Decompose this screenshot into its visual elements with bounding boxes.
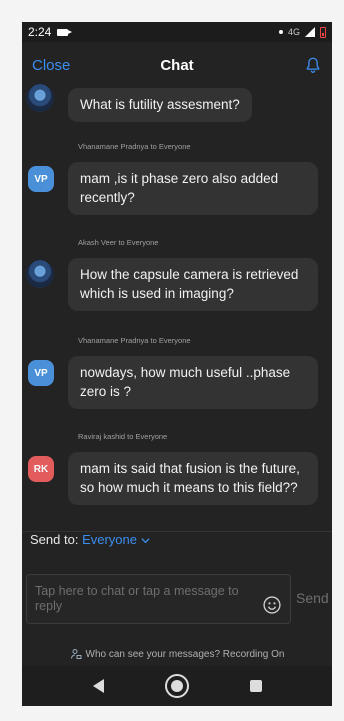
message-list[interactable]: What is futility assesment? Vhanamane Pr… [22, 84, 332, 524]
send-button[interactable]: Send [296, 590, 329, 606]
message-bubble[interactable]: mam ,is it phase zero also added recentl… [68, 162, 318, 215]
close-button[interactable]: Close [32, 57, 70, 74]
notification-dot-icon [278, 30, 283, 34]
signal-icon [305, 27, 315, 37]
person-lock-icon [70, 649, 81, 659]
message-bubble[interactable]: nowdays, how much useful ..phase zero is… [68, 356, 318, 409]
message-sender: Raviraj kashid to Everyone [78, 432, 168, 441]
chat-input[interactable]: Tap here to chat or tap a message to rep… [26, 574, 291, 624]
smiley-icon[interactable] [262, 595, 282, 615]
avatar: VP [28, 166, 54, 192]
message-bubble[interactable]: What is futility assesment? [68, 88, 252, 122]
avatar [26, 260, 54, 288]
camera-icon [57, 28, 73, 36]
network-type: 4G [287, 27, 300, 37]
system-nav-bar [22, 666, 332, 706]
message-sender: Vhanamane Pradnya to Everyone [78, 336, 191, 345]
send-to-selector[interactable]: Send to: Everyone [30, 532, 150, 547]
battery-icon [320, 26, 326, 38]
avatar: VP [28, 360, 54, 386]
chat-input-placeholder: Tap here to chat or tap a message to rep… [35, 584, 239, 613]
home-nav-icon[interactable] [164, 674, 189, 698]
privacy-text[interactable]: Who can see your messages? Recording On [86, 649, 285, 660]
message-sender: Akash Veer to Everyone [78, 238, 159, 247]
status-bar: 2:24 4G [22, 22, 332, 42]
avatar: RK [28, 456, 54, 482]
clock: 2:24 [28, 25, 52, 39]
recents-nav-icon[interactable] [249, 680, 262, 692]
chevron-down-icon[interactable] [141, 537, 150, 544]
avatar [26, 84, 54, 112]
chat-header: Close Chat [22, 42, 332, 88]
back-nav-icon[interactable] [92, 679, 104, 693]
phone-screen: 2:24 4G Close Chat What is futility asse… [22, 22, 332, 706]
privacy-notice[interactable]: Who can see your messages? Recording On [22, 648, 332, 660]
send-to-value[interactable]: Everyone [82, 532, 137, 547]
message-sender: Vhanamane Pradnya to Everyone [78, 142, 191, 151]
message-bubble[interactable]: How the capsule camera is retrieved whic… [68, 258, 318, 311]
message-bubble[interactable]: mam its said that fusion is the future, … [68, 452, 318, 505]
send-to-label: Send to: [30, 532, 79, 547]
bell-icon[interactable] [304, 56, 322, 74]
